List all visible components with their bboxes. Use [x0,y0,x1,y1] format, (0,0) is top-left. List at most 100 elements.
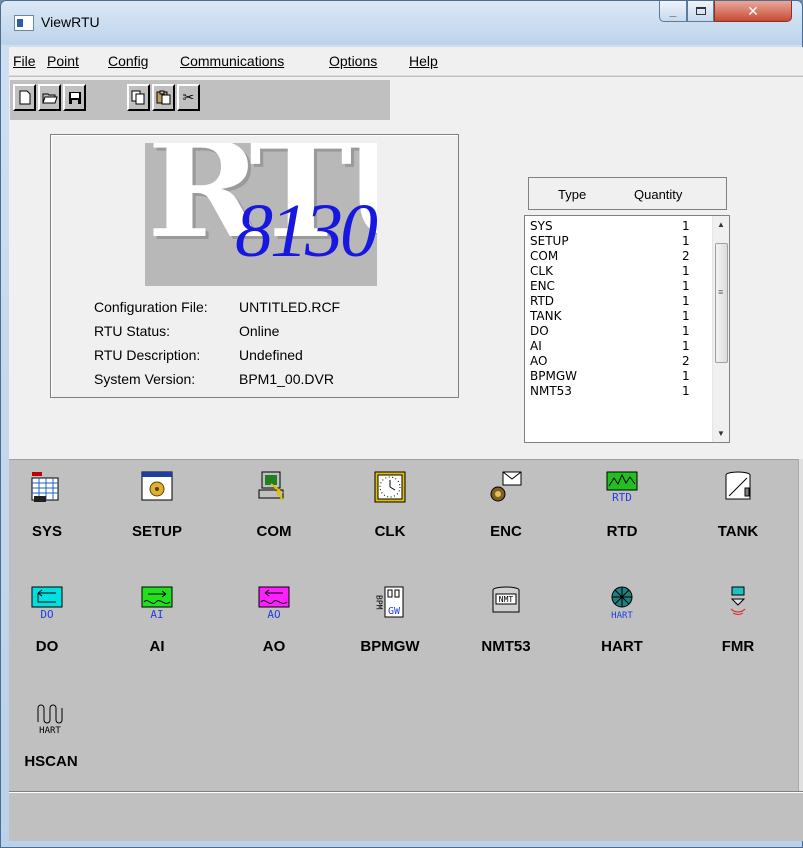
open-button[interactable] [38,84,61,111]
open-folder-icon [41,93,58,104]
scroll-down-icon[interactable]: ▼ [713,425,729,442]
rtu-status-label: RTU Status: [94,323,170,339]
quantity-cell: 1 [682,384,690,398]
quantity-cell: 1 [682,369,690,383]
type-row[interactable]: SYS 1 [530,220,710,233]
window-title: ViewRTU [41,14,100,30]
nmt-icon-text: NMT [499,595,514,604]
close-button[interactable]: ✕ [714,1,792,22]
do-icon-text: DO [40,608,53,619]
type-row[interactable]: BPMGW 1 [530,370,710,383]
paste-icon [156,90,171,105]
type-cell: SYS [530,219,553,233]
point-tank-label: TANK [717,523,759,540]
ao-icon-text: AO [267,608,280,619]
quantity-cell: 1 [682,339,690,353]
app-icon[interactable] [14,15,34,31]
scroll-grip-icon: ≡ [718,287,724,297]
type-row[interactable]: TANK 1 [530,310,710,323]
menu-file-label: File [13,53,36,69]
setup-gear-window-icon [141,471,173,501]
quantity-cell: 1 [682,219,690,233]
digital-output-icon: DO [31,586,63,619]
paste-button[interactable] [152,84,175,111]
quantity-cell: 1 [682,324,690,338]
copy-button[interactable] [127,84,150,111]
menu-communications[interactable]: Communications [180,53,284,69]
type-row[interactable]: NMT53 1 [530,385,710,398]
app-window: ViewRTU _ ✕ File Point Config Communicat… [0,0,803,848]
system-version-label: System Version: [94,371,196,387]
point-sys-label: SYS [31,523,62,540]
rtu-info-panel: RTU 8130 Configuration File: UNTITLED.RC… [50,134,459,398]
point-nmt53-label: NMT53 [481,638,531,655]
point-do-label: DO [35,638,59,655]
config-file-value: UNTITLED.RCF [239,299,341,315]
menu-bar: File Point Config Communications Options… [9,47,803,76]
quantity-cell: 1 [682,279,690,293]
rtd-icon-text: RTD [612,491,632,504]
rtu-description-value: Undefined [239,347,303,363]
cut-icon: ✂ [182,89,195,106]
quantity-cell: 1 [682,309,690,323]
point-bpmgw-label: BPMGW [360,638,420,655]
system-version-value: BPM1_00.DVR [239,371,334,387]
menu-config-label: Config [108,53,149,69]
list-scrollbar[interactable]: ▲ ≡ ▼ [712,216,729,442]
menu-point-label: Point [47,53,79,69]
com-computer-icon [258,471,284,501]
point-hart-label: HART [601,638,643,655]
type-cell: TANK [530,309,562,323]
menu-options-label: Options [329,53,378,69]
close-icon: ✕ [747,2,759,19]
menu-options[interactable]: Options [329,53,377,69]
type-row[interactable]: COM 2 [530,250,710,263]
type-cell: SETUP [530,234,569,248]
scroll-thumb[interactable] [715,243,728,363]
menu-config[interactable]: Config [108,53,148,69]
type-row[interactable]: CLK 1 [530,265,710,278]
title-bar[interactable]: ViewRTU _ ✕ [1,1,802,45]
minimize-icon: _ [669,4,677,18]
palette-scroll-edge[interactable] [798,459,803,791]
save-disk-icon [68,91,81,104]
hart-scan-icon: HART [37,704,63,734]
rtu-status-value: Online [239,323,280,339]
menu-help[interactable]: Help [409,53,438,69]
maximize-button[interactable] [687,1,714,22]
type-cell: NMT53 [530,384,572,398]
type-quantity-list[interactable]: SYS 1 SETUP 1 COM 2 CLK 1 ENC 1 RTD 1 TANK 1 DO 1 AI 1 AO 2… [524,215,730,443]
menu-point[interactable]: Point [47,53,79,69]
point-enc-label: ENC [490,523,522,540]
point-ai-label: AI [149,638,165,655]
menu-file[interactable]: File [13,53,36,69]
quantity-cell: 2 [682,354,690,368]
type-cell: BPMGW [530,369,577,383]
quantity-cell: 2 [682,249,690,263]
maximize-icon [695,7,706,15]
type-row[interactable]: RTD 1 [530,295,710,308]
quantity-cell: 1 [682,234,690,248]
type-row[interactable]: AO 2 [530,355,710,368]
logo-model: 8130 [235,189,377,273]
hart-icon-text: HART [611,611,633,619]
save-button[interactable] [63,84,86,111]
type-quantity-header: Type Quantity [528,177,727,210]
encoder-envelope-icon [490,471,522,502]
type-row[interactable]: AI 1 [530,340,710,353]
scroll-up-icon[interactable]: ▲ [713,216,729,233]
bpm-icon-text: BPM [375,595,384,610]
type-row[interactable]: SETUP 1 [530,235,710,248]
client-area: File Point Config Communications Options… [9,47,803,841]
bpm-gateway-icon: BPM GW [375,586,404,618]
menu-communications-label: Communications [180,53,285,69]
minimize-button[interactable]: _ [659,1,687,22]
nmt-gauge-icon: NMT [492,586,520,613]
type-column-header: Type [558,187,587,202]
clock-icon [374,471,406,503]
type-row[interactable]: ENC 1 [530,280,710,293]
cut-button[interactable]: ✂ [177,84,200,111]
type-row[interactable]: DO 1 [530,325,710,338]
point-clk-label: CLK [374,523,406,540]
new-file-button[interactable] [13,84,36,111]
